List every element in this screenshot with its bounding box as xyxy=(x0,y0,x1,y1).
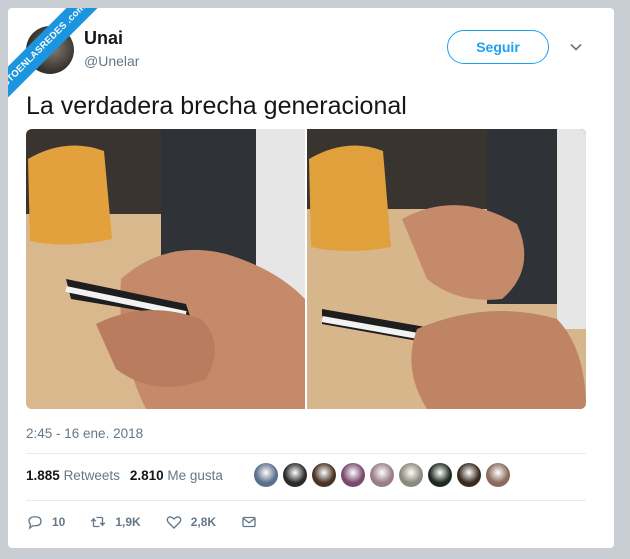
follow-button[interactable]: Seguir xyxy=(447,30,549,64)
likers-avatars xyxy=(254,463,510,487)
tweet-media[interactable] xyxy=(26,129,586,409)
liker-avatar[interactable] xyxy=(283,463,307,487)
tweet-card: VISTOENLASREDES .com Unai @Unelar Seguir… xyxy=(8,8,614,548)
photo-left[interactable] xyxy=(26,129,305,409)
liker-avatar[interactable] xyxy=(254,463,278,487)
like-count: 2,8K xyxy=(190,515,217,529)
timestamp[interactable]: 2:45 - 16 ene. 2018 xyxy=(26,426,143,441)
retweet-count: 1,9K xyxy=(115,515,141,529)
liker-avatar[interactable] xyxy=(457,463,481,487)
retweet-icon xyxy=(91,516,106,528)
liker-avatar[interactable] xyxy=(399,463,423,487)
retweets-label: Retweets xyxy=(63,468,120,483)
reply-icon xyxy=(28,516,42,530)
retweets-stat[interactable]: 1.885 Retweets xyxy=(26,468,120,483)
reply-button[interactable]: 10 xyxy=(26,513,65,531)
photo-right[interactable] xyxy=(307,129,586,409)
likes-label: Me gusta xyxy=(167,468,223,483)
likes-stat[interactable]: 2.810 Me gusta xyxy=(130,468,223,483)
heart-icon xyxy=(166,516,182,529)
author-name[interactable]: Unai xyxy=(84,28,123,49)
divider xyxy=(26,453,586,454)
author-handle[interactable]: @Unelar xyxy=(84,53,139,69)
direct-message-button[interactable] xyxy=(240,513,258,531)
liker-avatar[interactable] xyxy=(341,463,365,487)
liker-avatar[interactable] xyxy=(370,463,394,487)
tweet-text: La verdadera brecha generacional xyxy=(26,92,407,120)
tweet-actions: 10 1,9K 2,8K xyxy=(26,513,282,531)
chevron-down-icon[interactable] xyxy=(569,40,583,54)
liker-avatar[interactable] xyxy=(312,463,336,487)
liker-avatar[interactable] xyxy=(486,463,510,487)
message-icon xyxy=(242,516,256,528)
likes-count: 2.810 xyxy=(129,468,164,483)
reply-count: 10 xyxy=(52,515,66,529)
retweets-count: 1.885 xyxy=(26,468,60,483)
retweet-button[interactable]: 1,9K xyxy=(89,513,141,531)
liker-avatar[interactable] xyxy=(428,463,452,487)
engagement-stats: 1.885 Retweets 2.810 Me gusta xyxy=(26,468,223,483)
divider xyxy=(26,500,586,501)
like-button[interactable]: 2,8K xyxy=(165,513,216,531)
